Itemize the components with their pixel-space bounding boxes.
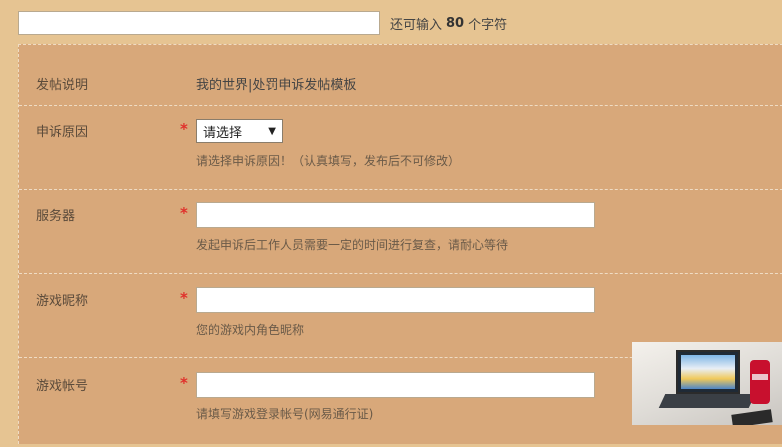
counter-value: 80 bbox=[446, 15, 465, 31]
char-counter: 还可输入 80 个字符 bbox=[390, 14, 507, 33]
title-row: 还可输入 80 个字符 bbox=[18, 8, 507, 38]
counter-suffix: 个字符 bbox=[468, 17, 508, 33]
reason-required-mark: * bbox=[180, 120, 188, 138]
reason-select[interactable]: 请选择 ▼ bbox=[196, 119, 283, 143]
soda-can-label-graphic bbox=[752, 374, 768, 380]
chevron-down-icon: ▼ bbox=[268, 125, 276, 137]
row-reason: 申诉原因 * 请选择 ▼ 请选择申诉原因！（认真填写，发布后不可修改） bbox=[19, 105, 782, 190]
post-title-input[interactable] bbox=[18, 11, 380, 35]
server-required-mark: * bbox=[180, 204, 188, 222]
account-input[interactable] bbox=[196, 372, 595, 398]
account-hint: 请填写游戏登录帐号(网易通行证) bbox=[196, 407, 374, 421]
server-hint: 发起申诉后工作人员需要一定的时间进行复查，请耐心等待 bbox=[196, 238, 509, 252]
soda-can-graphic bbox=[750, 360, 770, 404]
row-server: 服务器 * 发起申诉后工作人员需要一定的时间进行复查，请耐心等待 bbox=[19, 189, 782, 274]
account-label: 游戏帐号 bbox=[36, 379, 89, 394]
phone-graphic bbox=[731, 409, 773, 425]
ad-thumbnail-image[interactable] bbox=[632, 342, 782, 425]
laptop-base-graphic bbox=[658, 394, 756, 408]
row-notice: 发帖说明 我的世界|处罚申诉发帖模板 bbox=[19, 45, 782, 106]
laptop-screen-graphic bbox=[676, 350, 740, 394]
reason-select-value: 请选择 bbox=[203, 125, 243, 141]
nickname-input[interactable] bbox=[196, 287, 595, 313]
nickname-label: 游戏昵称 bbox=[36, 294, 89, 309]
nickname-required-mark: * bbox=[180, 289, 188, 307]
reason-label: 申诉原因 bbox=[36, 125, 89, 140]
reason-hint: 请选择申诉原因！（认真填写，发布后不可修改） bbox=[196, 154, 461, 168]
account-required-mark: * bbox=[180, 374, 188, 392]
server-input[interactable] bbox=[196, 202, 595, 228]
nickname-hint: 您的游戏内角色昵称 bbox=[196, 323, 305, 337]
notice-label: 发帖说明 bbox=[36, 78, 89, 93]
server-label: 服务器 bbox=[36, 209, 76, 224]
counter-prefix: 还可输入 bbox=[390, 17, 443, 33]
notice-value: 我的世界|处罚申诉发帖模板 bbox=[196, 78, 357, 93]
